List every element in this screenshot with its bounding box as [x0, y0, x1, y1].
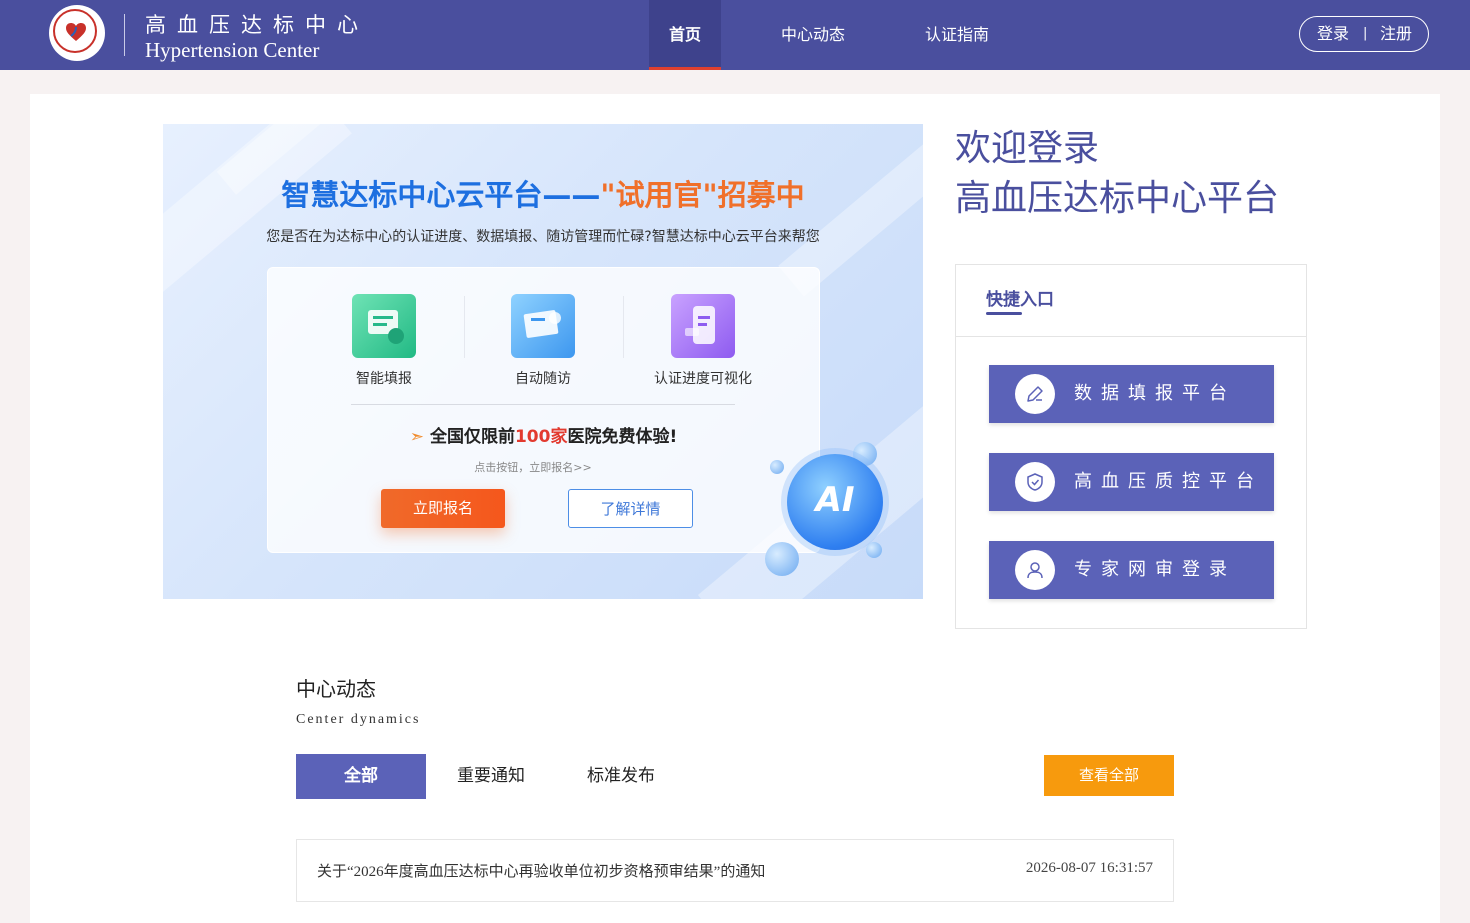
section-title: 中心动态 [296, 677, 376, 701]
banner-subtitle: 您是否在为达标中心的认证进度、数据填报、随访管理而忙碌?智慧达标中心云平台来帮您 [266, 229, 820, 245]
expert-review-login-button[interactable]: 专家网审登录 [989, 541, 1274, 599]
banner-title: 智慧达标中心云平台——"试用官"招募中 [163, 172, 923, 214]
quick-button-label: 高血压质控平台 [1074, 471, 1263, 492]
ai-badge-text: AI [815, 480, 855, 520]
brand-divider [124, 14, 125, 56]
signup-button[interactable]: 立即报名 [381, 489, 505, 528]
shield-check-icon [1015, 462, 1055, 502]
card-divider [351, 404, 735, 405]
quick-access-panel: 快捷入口 数据填报平台 高血压质控平台 专家网审登录 [955, 264, 1307, 629]
bubble-decoration [770, 460, 784, 474]
news-title[interactable]: 关于“2026年度高血压达标中心再验收单位初步资格预审结果”的通知 [317, 860, 765, 881]
promo-banner[interactable]: 智慧达标中心云平台——"试用官"招募中 您是否在为达标中心的认证进度、数据填报、… [163, 124, 923, 599]
nav-certification-guide[interactable]: 认证指南 [917, 0, 997, 70]
welcome-heading: 欢迎登录 高血压达标中心平台 [955, 124, 1279, 224]
news-date: 2026-08-07 16:31:57 [1025, 860, 1153, 876]
section-subtitle: Center dynamics [296, 712, 421, 727]
brand-name-cn: 高血压达标中心 [145, 13, 369, 37]
heart-icon [66, 23, 86, 41]
brand-name-en: Hypertension Center [145, 38, 320, 62]
learn-more-button[interactable]: 了解详情 [568, 489, 693, 528]
feature-progress-visualization: 认证进度可视化 [643, 294, 763, 388]
welcome-line-2: 高血压达标中心平台 [955, 178, 1280, 219]
user-icon [1015, 550, 1055, 590]
data-reporting-platform-button[interactable]: 数据填报平台 [989, 365, 1274, 423]
form-icon [352, 294, 416, 358]
hypertension-center-logo[interactable] [49, 5, 105, 61]
quick-access-underline [986, 312, 1022, 315]
tab-important-notice[interactable]: 重要通知 [426, 754, 556, 799]
auth-box: 登录 | 注册 [1299, 16, 1429, 52]
banner-title-main: 智慧达标中心云平台—— [281, 178, 601, 212]
quick-button-label: 数据填报平台 [1074, 383, 1236, 404]
feature-label: 智能填报 [356, 371, 412, 387]
bubble-decoration [765, 542, 799, 576]
nav-home[interactable]: 首页 [649, 0, 721, 70]
feature-label: 自动随访 [515, 371, 571, 387]
quick-access-title[interactable]: 快捷入口 [986, 285, 1054, 310]
feature-divider [464, 296, 465, 358]
top-navbar: 高血压达标中心 Hypertension Center 首页 中心动态 认证指南… [0, 0, 1470, 70]
progress-icon [671, 294, 735, 358]
feature-auto-followup: 自动随访 [483, 294, 603, 388]
feature-label: 认证进度可视化 [654, 371, 752, 387]
quick-button-label: 专家网审登录 [1074, 559, 1236, 580]
register-link[interactable]: 注册 [1380, 17, 1412, 51]
hypertension-qc-platform-button[interactable]: 高血压质控平台 [989, 453, 1274, 511]
promo-suffix: 医院免费体验! [567, 427, 678, 447]
quick-access-header: 快捷入口 [956, 265, 1306, 337]
news-item[interactable]: 关于“2026年度高血压达标中心再验收单位初步资格预审结果”的通知 2026-0… [296, 839, 1174, 902]
promo-prefix: 全国仅限前 [429, 427, 515, 447]
tab-standard-release[interactable]: 标准发布 [556, 754, 686, 799]
feature-smart-filling: 智能填报 [324, 294, 444, 388]
feature-divider [623, 296, 624, 358]
tab-all[interactable]: 全部 [296, 754, 426, 799]
promo-highlight: 100家 [514, 427, 568, 447]
banner-card: 智能填报 自动随访 认证进度可视化 ➣ 全国仅限前100家医院免费体验! 点击按… [267, 267, 820, 553]
login-link[interactable]: 登录 [1317, 17, 1349, 51]
ai-badge: AI [787, 454, 883, 550]
nav-center-dynamics[interactable]: 中心动态 [773, 0, 853, 70]
banner-title-highlight: "试用官"招募中 [600, 178, 805, 212]
pencil-icon [1015, 374, 1055, 414]
promo-text: ➣ 全国仅限前100家医院免费体验! [268, 422, 819, 447]
auth-separator: | [1363, 26, 1368, 41]
megaphone-icon: ➣ [409, 427, 425, 447]
bubble-decoration [866, 542, 882, 558]
view-all-button[interactable]: 查看全部 [1044, 755, 1174, 796]
promo-hint: 点击按钮，立即报名>> [474, 461, 592, 474]
welcome-line-1: 欢迎登录 [955, 128, 1100, 169]
followup-icon [511, 294, 575, 358]
